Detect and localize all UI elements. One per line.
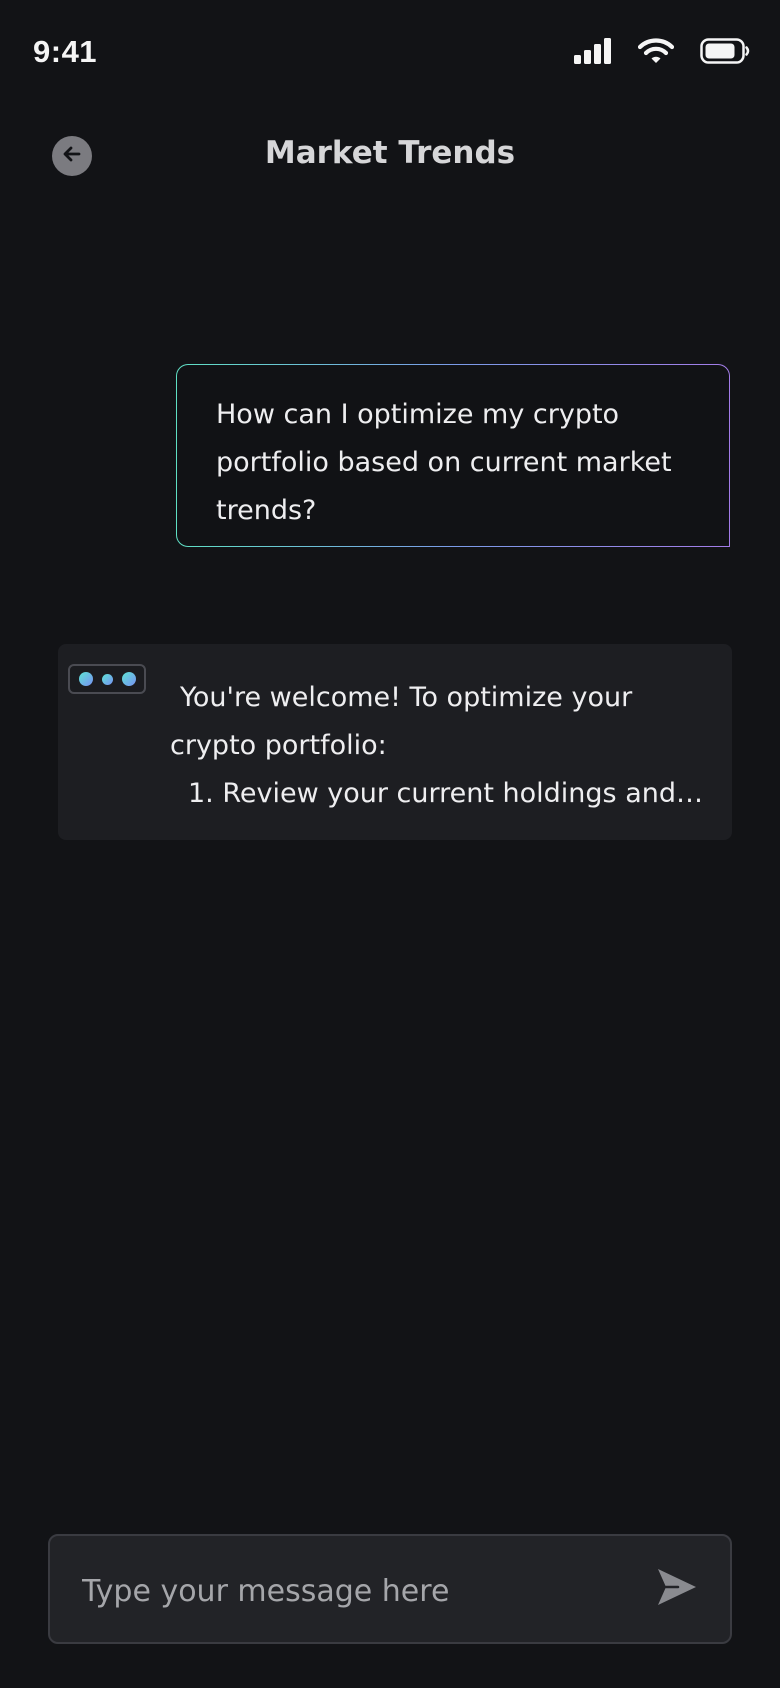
header: Market Trends bbox=[0, 118, 780, 194]
status-time: 9:41 bbox=[33, 34, 98, 69]
user-message-bubble: How can I optimize my crypto portfolio b… bbox=[176, 364, 730, 547]
assistant-message-text: You're welcome! To optimize your crypto … bbox=[170, 674, 706, 818]
avatar-dot bbox=[121, 672, 136, 686]
battery-icon bbox=[700, 38, 750, 68]
page-title: Market Trends bbox=[264, 135, 516, 171]
status-icons bbox=[574, 38, 750, 68]
avatar-dot bbox=[78, 672, 93, 686]
user-message-text: How can I optimize my crypto portfolio b… bbox=[216, 399, 672, 526]
cellular-signal-icon bbox=[574, 38, 612, 68]
send-button[interactable] bbox=[656, 1568, 698, 1610]
avatar-dot bbox=[101, 673, 113, 685]
assistant-line: crypto portfolio: bbox=[170, 730, 387, 761]
status-bar: 9:41 bbox=[0, 0, 780, 104]
message-input[interactable] bbox=[80, 1562, 644, 1620]
typing-dots-icon bbox=[68, 664, 146, 694]
message-composer bbox=[48, 1534, 732, 1644]
assistant-line: You're welcome! To optimize your bbox=[180, 682, 633, 713]
wifi-icon bbox=[637, 38, 675, 68]
assistant-list-item: 1. Review your current holdings and di..… bbox=[188, 778, 704, 809]
send-icon bbox=[656, 1567, 698, 1611]
assistant-message-bubble: You're welcome! To optimize your crypto … bbox=[58, 644, 732, 840]
